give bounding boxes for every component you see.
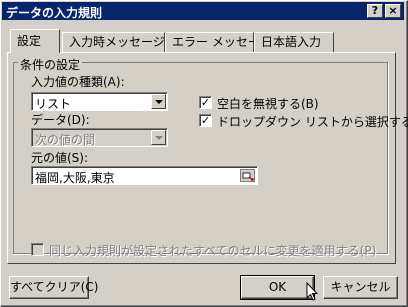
apply-all-label: 同じ入力規則が設定されたすべてのセルに変更を適用する(P) <box>49 244 377 258</box>
cancel-button[interactable]: キャンセル <box>323 276 398 299</box>
tab-japanese-input-label: 日本語入力 <box>261 35 322 49</box>
tab-input-message[interactable]: 入力時メッセージ <box>62 32 165 52</box>
conditions-group-label: 条件の設定 <box>18 56 83 73</box>
range-select-icon[interactable] <box>240 169 255 182</box>
dropdown-checkbox[interactable]: ✓ <box>199 114 212 127</box>
allow-label: 入力値の種類(A): <box>31 75 125 89</box>
chevron-down-icon <box>151 130 166 145</box>
allow-select[interactable]: リスト <box>31 92 168 111</box>
ok-button[interactable]: OK <box>240 275 315 300</box>
data-select: 次の値の間 <box>31 128 168 147</box>
window-title: データの入力規則 <box>6 6 103 20</box>
mouse-cursor-icon <box>306 282 319 301</box>
allow-select-value: リスト <box>35 97 72 111</box>
tab-japanese-input[interactable]: 日本語入力 <box>254 32 334 52</box>
data-label: データ(D): <box>31 113 90 127</box>
ignore-blank-label: 空白を無視する(B) <box>217 97 319 111</box>
source-input-value: 福岡,大阪,東京 <box>35 171 115 185</box>
close-button[interactable]: × <box>385 4 401 18</box>
tab-input-message-label: 入力時メッセージ <box>69 35 165 49</box>
title-bar: データの入力規則 ? × <box>2 2 404 20</box>
tab-settings-label: 設定 <box>17 34 42 48</box>
data-select-value: 次の値の間 <box>35 133 96 147</box>
source-label: 元の値(S): <box>31 151 89 165</box>
source-input[interactable]: 福岡,大阪,東京 <box>31 166 258 185</box>
help-button[interactable]: ? <box>367 4 383 18</box>
chevron-down-icon[interactable] <box>151 94 166 109</box>
tab-settings[interactable]: 設定 <box>10 29 60 53</box>
clear-all-button[interactable]: すべてクリア(C) <box>9 276 98 299</box>
ignore-blank-checkbox[interactable]: ✓ <box>199 96 212 109</box>
apply-all-checkbox <box>31 243 44 256</box>
dropdown-label: ドロップダウン リストから選択する(I) <box>217 115 408 129</box>
tab-error-message[interactable]: エラー メッセージ <box>165 32 272 52</box>
